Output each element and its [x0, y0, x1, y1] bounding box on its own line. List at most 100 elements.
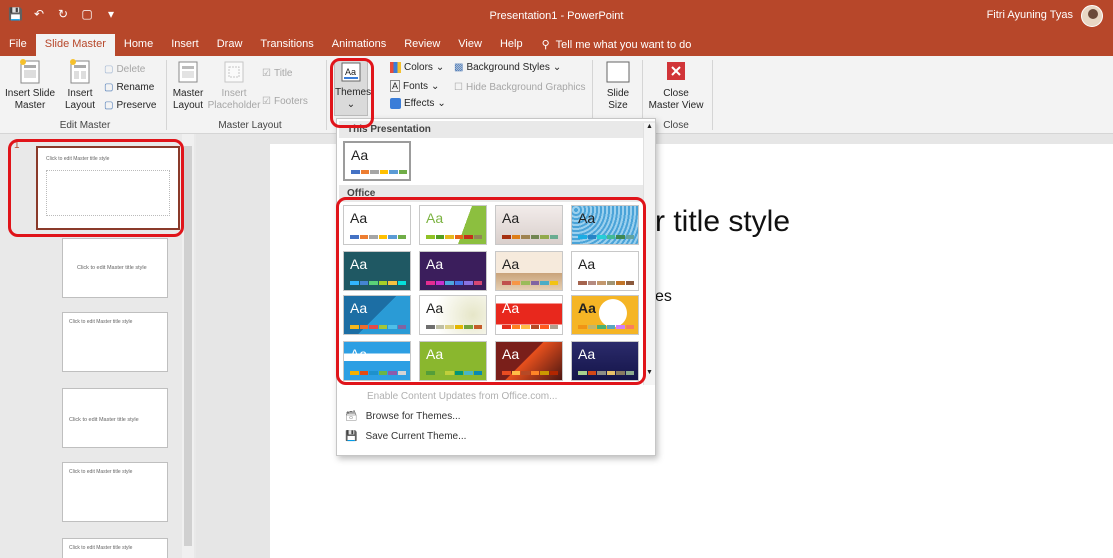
slide-title-placeholder[interactable]: r title style	[655, 205, 790, 239]
chevron-down-icon: ⌄	[346, 99, 356, 110]
chevron-down-icon: ⌄	[431, 80, 440, 92]
theme-tile[interactable]: Aa	[495, 295, 563, 335]
theme-tile-label: Aa	[502, 256, 520, 272]
slide-number: 1	[14, 140, 20, 151]
group-separator	[326, 60, 327, 130]
tab-insert[interactable]: Insert	[162, 34, 208, 56]
colors-label: Colors	[404, 62, 433, 73]
rename-button[interactable]: ▢ Rename	[104, 82, 154, 93]
theme-color-bar	[502, 371, 558, 375]
tab-animations[interactable]: Animations	[323, 34, 395, 56]
theme-tile[interactable]: Aa	[495, 205, 563, 245]
chevron-down-icon: ⌄	[437, 98, 446, 109]
insert-layout-button[interactable]: Insert Layout	[62, 58, 98, 112]
layout-thumbnail[interactable]: Click to edit Master title style	[62, 462, 168, 522]
themes-icon: Aa	[341, 62, 361, 82]
theme-tile[interactable]: Aa	[343, 205, 411, 245]
scroll-down-icon[interactable]: ▼	[645, 369, 654, 379]
layout-thumbnail[interactable]: Click to edit Master title style	[62, 538, 168, 558]
theme-tile[interactable]: Aa	[419, 341, 487, 381]
tell-me-text: Tell me what you want to do	[555, 39, 692, 51]
tab-transitions[interactable]: Transitions	[251, 34, 322, 56]
title-checkbox[interactable]: ☑ Title	[262, 68, 293, 79]
group-label-edit-master: Edit Master	[59, 120, 111, 131]
insert-placeholder-button[interactable]: Insert Placeholder	[206, 58, 262, 112]
effects-button[interactable]: Effects ⌄	[390, 98, 446, 109]
slide-thumbnail-pane: 1 Click to edit Master title style Click…	[0, 134, 196, 558]
theme-tile[interactable]: Aa	[495, 341, 563, 381]
colors-button[interactable]: Colors ⌄	[390, 62, 444, 73]
theme-tile[interactable]: Aa	[571, 341, 639, 381]
insert-slide-master-button[interactable]: Insert Slide Master	[2, 58, 58, 112]
tab-file[interactable]: File	[0, 34, 36, 56]
close-master-view-button[interactable]: Close Master View	[646, 58, 706, 112]
enable-content-updates-item: Enable Content Updates from Office.com..…	[367, 391, 557, 402]
preserve-button[interactable]: ▢ Preserve	[104, 100, 156, 111]
layout-thumbnail[interactable]: Click to edit Master title style	[62, 312, 168, 372]
tab-draw[interactable]: Draw	[208, 34, 252, 56]
theme-tile[interactable]: Aa	[419, 295, 487, 335]
theme-tile-label: Aa	[350, 300, 368, 316]
slide-body-placeholder[interactable]: es	[655, 288, 672, 306]
layout-thumbnail[interactable]: Click to edit Master title style	[62, 388, 168, 448]
master-slide-thumbnail[interactable]: Click to edit Master title style	[36, 146, 180, 230]
theme-tile-label: Aa	[578, 300, 596, 316]
group-separator	[166, 60, 167, 130]
slide-size-button[interactable]: Slide Size	[598, 58, 638, 112]
theme-color-bar	[578, 371, 634, 375]
avatar[interactable]	[1081, 5, 1103, 27]
master-layout-button[interactable]: Master Layout	[170, 58, 206, 112]
footers-checkbox-label: Footers	[273, 96, 308, 107]
title-checkbox-label: Title	[273, 68, 293, 79]
delete-button[interactable]: ▢ Delete	[104, 64, 145, 75]
theme-tile[interactable]: Aa	[419, 205, 487, 245]
theme-tile[interactable]: Aa	[571, 251, 639, 291]
preserve-label: Preserve	[116, 100, 157, 111]
tab-home[interactable]: Home	[115, 34, 162, 56]
thumbnail-title: Click to edit Master title style	[69, 545, 133, 551]
ribbon-tabs: File Slide Master Home Insert Draw Trans…	[0, 34, 1113, 56]
colors-icon	[390, 62, 401, 73]
tab-review[interactable]: Review	[395, 34, 449, 56]
theme-tile-current[interactable]: Aa	[343, 141, 411, 181]
theme-tile[interactable]: Aa	[419, 251, 487, 291]
theme-tile[interactable]: Aa	[343, 295, 411, 335]
thumbnail-title: Click to edit Master title style	[69, 319, 133, 325]
slide-size-label-2: Size	[608, 100, 628, 111]
hide-background-checkbox[interactable]: ☐ Hide Background Graphics	[454, 82, 585, 93]
theme-tile-label: Aa	[502, 346, 520, 362]
theme-tile[interactable]: Aa	[495, 251, 563, 291]
footers-checkbox[interactable]: ☑ Footers	[262, 96, 308, 107]
gallery-scrollbar[interactable]: ▲ ▼	[643, 123, 655, 385]
theme-tile[interactable]: Aa	[343, 341, 411, 381]
background-styles-icon: ▩	[454, 62, 464, 73]
background-styles-button[interactable]: ▩ Background Styles ⌄	[454, 62, 561, 73]
browse-themes-item[interactable]: 🗃 Browse for Themes...	[345, 411, 461, 422]
theme-color-bar	[426, 235, 482, 239]
layout-thumbnail[interactable]: Click to edit Master title style	[62, 238, 168, 298]
theme-tile[interactable]: Aa	[571, 205, 639, 245]
fonts-button[interactable]: A Fonts ⌄	[390, 80, 439, 92]
theme-color-bar	[502, 235, 558, 239]
rename-label: Rename	[116, 82, 155, 93]
tab-view[interactable]: View	[449, 34, 491, 56]
thumbnail-scrollbar-thumb[interactable]	[184, 146, 192, 546]
tab-help[interactable]: Help	[491, 34, 532, 56]
tab-slide-master[interactable]: Slide Master	[35, 34, 115, 56]
user-name[interactable]: Fitri Ayuning Tyas	[987, 9, 1073, 21]
theme-color-bar	[350, 281, 406, 285]
theme-tile-label: Aa	[350, 210, 368, 226]
theme-tile-label: Aa	[502, 300, 520, 316]
section-header-this-presentation: This Presentation	[339, 121, 655, 138]
themes-button[interactable]: Aa Themes ⌄	[334, 60, 371, 116]
save-current-theme-item[interactable]: 💾 Save Current Theme...	[345, 431, 466, 442]
lightbulb-icon: ⚲	[541, 39, 550, 51]
master-layout-label-1: Master	[172, 88, 204, 99]
scroll-up-icon[interactable]: ▲	[645, 123, 654, 133]
theme-tile-label: Aa	[350, 346, 368, 362]
tell-me-box[interactable]: ⚲ Tell me what you want to do	[532, 34, 692, 56]
theme-tile[interactable]: Aa	[343, 251, 411, 291]
close-master-label-2: Master View	[648, 100, 704, 111]
close-master-label-1: Close	[663, 88, 689, 99]
theme-tile[interactable]: Aa	[571, 295, 639, 335]
